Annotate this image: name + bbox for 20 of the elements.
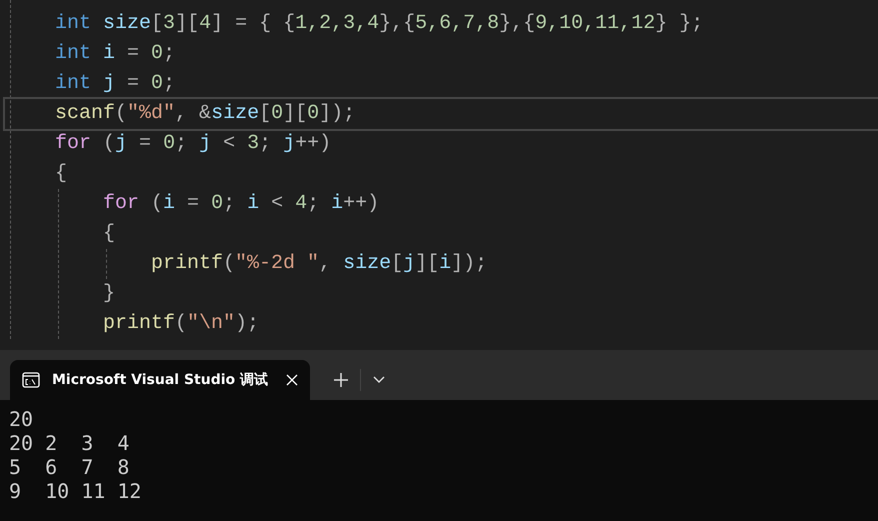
code-line: int j = 0; xyxy=(55,71,176,97)
console-output-line: 20 xyxy=(9,407,34,431)
code-line: int i = 0; xyxy=(55,41,176,67)
code-line: { xyxy=(55,161,68,187)
console-output-line: 20 2 3 4 xyxy=(9,431,130,455)
terminal-tab[interactable]: Microsoft Visual Studio 调试 xyxy=(10,360,310,400)
code-line: int size[3][4] = { {1,2,3,4},{5,6,7,8},{9,10,11,12} }; xyxy=(55,11,704,37)
code-line: printf("%-2d ", size[j][i]); xyxy=(151,251,488,277)
code-line: for (i = 0; i < 4; i++) xyxy=(103,191,380,217)
code-line: { xyxy=(103,221,116,247)
code-line: printf("\n"); xyxy=(103,311,260,337)
console-output-line: 9 10 11 12 xyxy=(9,479,142,503)
close-icon[interactable] xyxy=(286,374,298,386)
code-line: for (j = 0; j < 3; j++) xyxy=(55,131,332,157)
console-icon xyxy=(22,372,40,388)
console-output-line: 5 6 7 8 xyxy=(9,455,130,479)
chevron-down-icon xyxy=(373,376,385,384)
plus-icon xyxy=(334,373,348,387)
current-code-line: scanf("%d", &size[0][0]); xyxy=(5,99,878,129)
code-line: } xyxy=(103,281,116,307)
